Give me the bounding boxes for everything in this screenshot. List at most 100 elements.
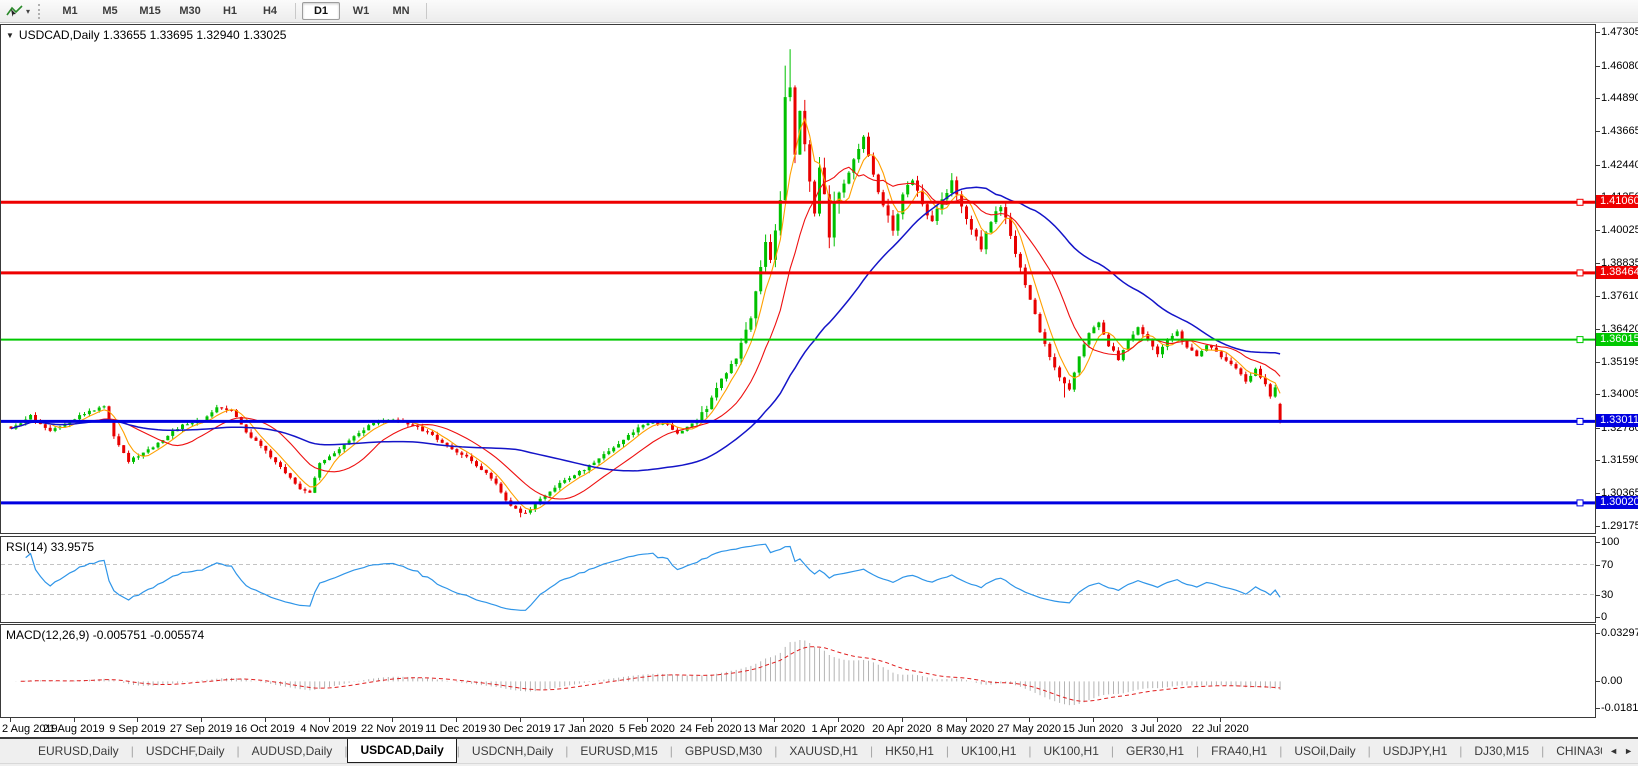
horizontal-lines[interactable]: [1, 198, 1595, 507]
timeframe-button-m30[interactable]: M30: [171, 2, 209, 20]
price-axis-tick: [1596, 65, 1600, 67]
tab-dj30-m15[interactable]: DJ30,M15: [1462, 740, 1541, 762]
collapse-icon[interactable]: ▼: [6, 31, 14, 40]
price-axis-label: 1.37610: [1601, 290, 1638, 303]
tab-hk50-h1[interactable]: HK50,H1: [873, 740, 946, 762]
price-axis-label: 1.46080: [1601, 59, 1638, 72]
rsi-label: RSI(14) 33.9575: [6, 540, 95, 554]
price-axis-tick: [1596, 394, 1600, 396]
hline-handle-1.33011: [1576, 417, 1584, 425]
price-chart[interactable]: [1, 25, 1595, 533]
price-axis-label: 1.29175: [1601, 519, 1638, 532]
price-axis-label: 1.47305: [1601, 26, 1638, 39]
date-axis-label: 22 Nov 2019: [360, 723, 424, 735]
macd-axis-tick: [1596, 708, 1600, 709]
macd-axis-label: 0.00: [1601, 675, 1623, 688]
toolbar-separator: [426, 3, 428, 19]
date-axis-label: 22 Jul 2020: [1191, 723, 1249, 735]
date-axis-tick: [838, 718, 840, 722]
ma-14-line: [10, 166, 1281, 500]
scroll-tabs-left-icon[interactable]: ◄: [1609, 746, 1618, 756]
crosshair-tool-button[interactable]: ▾: [0, 1, 34, 21]
macd-chart[interactable]: [1, 625, 1595, 717]
tab-ger30-h1[interactable]: GER30,H1: [1114, 740, 1196, 762]
tab-uk100-h1-2[interactable]: UK100,H1: [1032, 740, 1111, 762]
date-axis-label: 30 Dec 2019: [488, 723, 551, 735]
price-axis-tick: [1596, 262, 1600, 264]
date-axis-label: 27 Sep 2019: [169, 723, 233, 735]
price-axis-tick: [1596, 131, 1600, 133]
rsi-panel[interactable]: RSI(14) 33.9575: [0, 536, 1596, 623]
date-axis-tick: [1029, 718, 1031, 722]
price-line-badge: 1.36015: [1596, 332, 1638, 346]
macd-axis-tick: [1596, 633, 1600, 634]
date-axis-tick: [10, 718, 11, 722]
date-axis-tick: [455, 718, 457, 722]
price-line-badge: 1.30020: [1596, 495, 1638, 509]
price-chart-panel[interactable]: ▼ USDCAD,Daily 1.33655 1.33695 1.32940 1…: [0, 24, 1596, 534]
date-axis-tick: [328, 718, 330, 722]
date-axis-tick: [1220, 718, 1222, 722]
tab-usdchf-daily[interactable]: USDCHF,Daily: [134, 740, 237, 762]
dropdown-caret-icon[interactable]: ▾: [26, 7, 30, 16]
macd-panel[interactable]: MACD(12,26,9) -0.005751 -0.005574: [0, 624, 1596, 718]
hline-handle-1.41060: [1576, 198, 1584, 206]
tab-usdcnh-daily[interactable]: USDCNH,Daily: [460, 740, 565, 762]
price-axis-label: 1.35195: [1601, 355, 1638, 368]
timeframe-button-d1[interactable]: D1: [302, 2, 341, 20]
timeframe-button-h4[interactable]: H4: [251, 2, 289, 20]
price-axis-tick: [1596, 361, 1600, 363]
date-axis-label: 9 Sep 2019: [109, 723, 166, 735]
toolbar-grip[interactable]: [38, 3, 43, 19]
price-axis-tick: [1596, 328, 1600, 330]
date-axis-tick: [647, 718, 648, 722]
date-axis-tick: [1156, 718, 1158, 722]
tab-usdjpy-h1[interactable]: USDJPY,H1: [1371, 740, 1459, 762]
rsi-chart[interactable]: [1, 537, 1595, 622]
price-line-badge: 1.41060: [1596, 195, 1638, 209]
crosshair-tool-icon: [6, 4, 23, 17]
timeframe-button-mn[interactable]: MN: [382, 2, 420, 20]
tab-eurusd-m15[interactable]: EURUSD,M15: [568, 740, 669, 762]
tab-eurusd-daily[interactable]: EURUSD,Daily: [26, 740, 131, 762]
date-axis-label: 3 Jul 2020: [1131, 723, 1182, 735]
date-axis-label: 24 Feb 2020: [679, 723, 742, 735]
tab-usoil-daily[interactable]: USOil,Daily: [1282, 740, 1367, 762]
tab-gbpusd-m30[interactable]: GBPUSD,M30: [673, 740, 774, 762]
chart-ohlc-title: USDCAD,Daily 1.33655 1.33695 1.32940 1.3…: [18, 28, 287, 42]
price-axis-label: 1.40025: [1601, 224, 1638, 237]
tab-uk100-h1[interactable]: UK100,H1: [949, 740, 1028, 762]
tab-usdcad-daily[interactable]: USDCAD,Daily: [347, 739, 457, 763]
price-axis-tick: [1596, 427, 1600, 429]
date-axis-label: 4 Nov 2019: [300, 723, 357, 735]
macd-signal-line: [20, 646, 1281, 702]
macd-label: MACD(12,26,9) -0.005751 -0.005574: [6, 628, 205, 642]
trading-terminal: ▾ M1 M5 M15 M30 H1 H4 D1 W1 MN ▼ USDCAD,Daily 1.…: [0, 0, 1638, 766]
ma-42-line: [10, 186, 1281, 472]
tab-xauusd-h1[interactable]: XAUUSD,H1: [777, 740, 870, 762]
scroll-tabs-right-icon[interactable]: ►: [1624, 746, 1633, 756]
hline-handle-1.30020: [1576, 499, 1584, 507]
price-axis: 1.473051.460801.448901.436651.424401.412…: [1596, 24, 1638, 718]
date-axis-tick: [392, 718, 394, 722]
date-axis-label: 20 Apr 2020: [872, 723, 932, 735]
timeframe-button-m15[interactable]: M15: [131, 2, 169, 20]
timeframe-button-m5[interactable]: M5: [91, 2, 129, 20]
date-axis-tick: [774, 718, 776, 722]
timeframe-button-m1[interactable]: M1: [51, 2, 89, 20]
date-axis-tick: [710, 718, 712, 722]
price-axis-tick: [1596, 32, 1600, 34]
tab-fra40-h1[interactable]: FRA40,H1: [1199, 740, 1279, 762]
timeframe-button-w1[interactable]: W1: [342, 2, 380, 20]
timeframe-button-h1[interactable]: H1: [211, 2, 249, 20]
chart-tab-bar: EURUSD,Daily | USDCHF,Daily | AUDUSD,Daily | U…: [0, 737, 1638, 763]
tab-scroll-controls: ◄ ►: [1602, 739, 1638, 763]
price-line-badge: 1.33011: [1596, 414, 1638, 428]
date-axis-tick: [519, 718, 521, 722]
timeframe-buttons: M1 M5 M15 M30 H1 H4 D1 W1 MN: [50, 0, 432, 22]
macd-axis-label: 0.032972: [1601, 627, 1638, 639]
date-axis-label: 16 Oct 2019: [234, 723, 295, 735]
tab-audusd-daily[interactable]: AUDUSD,Daily: [240, 740, 345, 762]
date-axis-tick: [137, 718, 139, 722]
chart-title: ▼ USDCAD,Daily 1.33655 1.33695 1.32940 1…: [6, 28, 286, 42]
